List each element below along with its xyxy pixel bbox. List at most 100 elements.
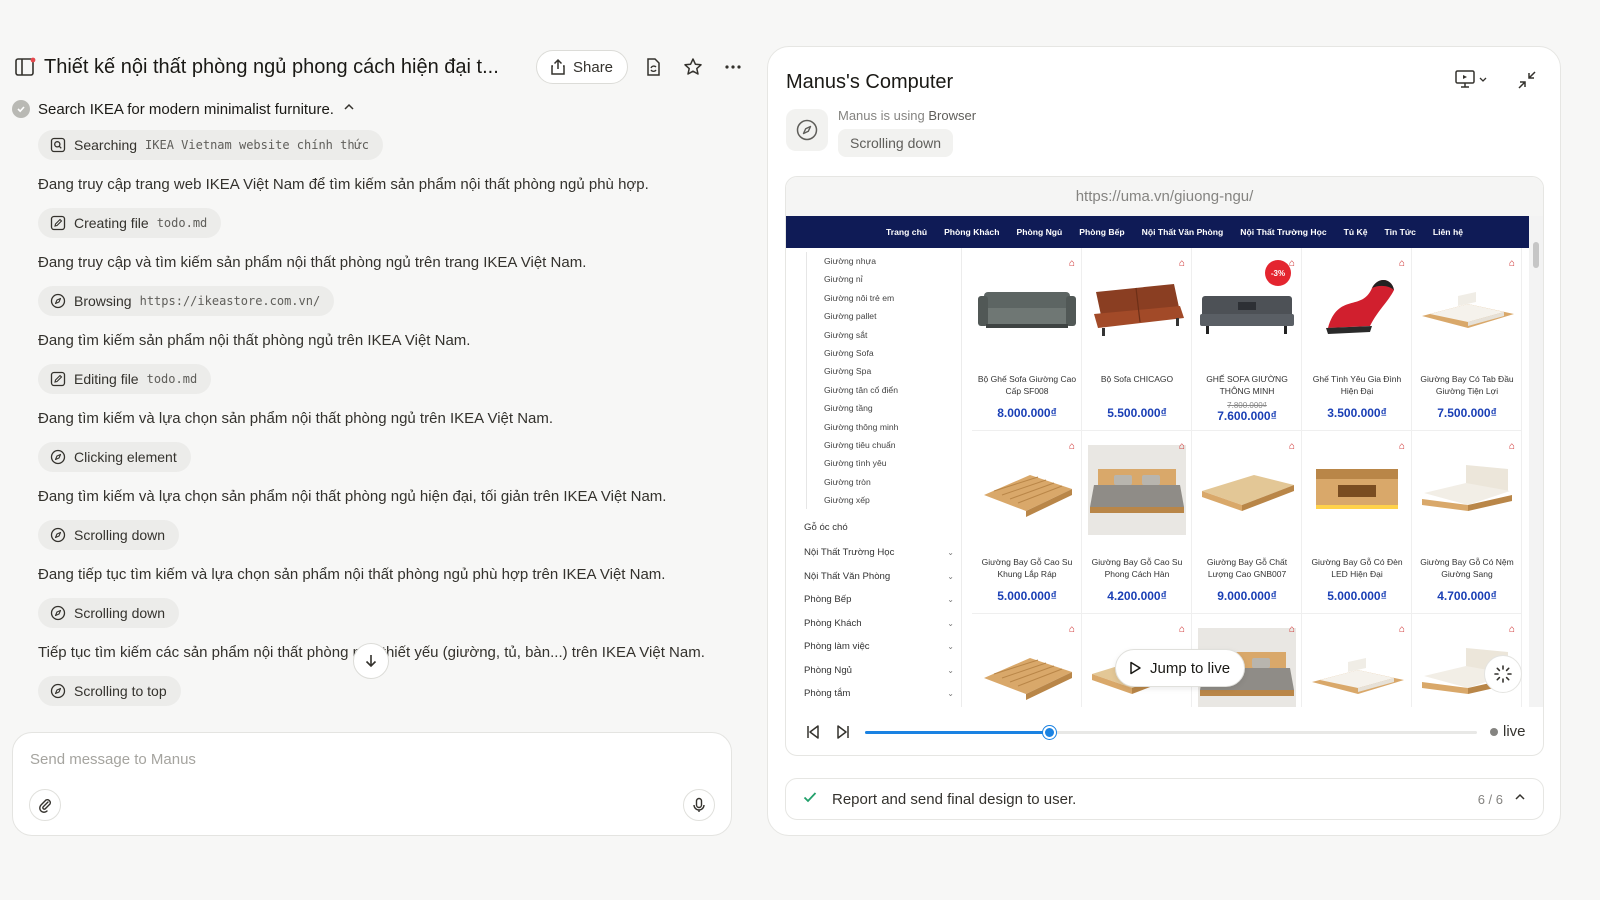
- site-nav-item[interactable]: Liên hệ: [1433, 227, 1463, 237]
- display-mode-button[interactable]: [1454, 69, 1488, 89]
- scroll-to-bottom-button[interactable]: [353, 643, 389, 679]
- wishlist-icon[interactable]: ⌂: [1179, 624, 1185, 635]
- site-nav-item[interactable]: Tủ Kệ: [1344, 227, 1368, 237]
- chevron-down-icon[interactable]: ⌄: [947, 572, 954, 581]
- wishlist-icon[interactable]: ⌂: [1289, 624, 1295, 635]
- more-icon[interactable]: [718, 52, 748, 82]
- category-item[interactable]: Phòng làm việc ⌄: [804, 635, 954, 659]
- product-name[interactable]: Bộ Ghế Sofa Giường Cao Cấp SF008: [974, 374, 1080, 397]
- product-image[interactable]: [1308, 262, 1406, 352]
- site-nav-item[interactable]: Tin Tức: [1385, 227, 1416, 237]
- product-card[interactable]: ⌂ Bộ Ghế Sofa Giường Cao Cấp SF008 8.000.0…: [972, 248, 1082, 431]
- attach-button[interactable]: [29, 789, 61, 821]
- skip-forward-icon[interactable]: [828, 717, 858, 747]
- site-nav-item[interactable]: Nội Thất Trường Học: [1240, 227, 1326, 237]
- product-image[interactable]: [1198, 445, 1296, 535]
- timeline-handle[interactable]: [1042, 726, 1056, 739]
- subcategory-item[interactable]: Giường sắt: [807, 326, 962, 344]
- category-item[interactable]: Phòng Bếp ⌄: [804, 588, 954, 612]
- scrollbar-thumb[interactable]: [1533, 242, 1539, 268]
- product-image[interactable]: [978, 445, 1076, 535]
- voice-input-button[interactable]: [683, 789, 715, 821]
- subcategory-item[interactable]: Giường xếp: [807, 491, 962, 509]
- product-image[interactable]: [1308, 445, 1406, 535]
- subcategory-item[interactable]: Giường tình yêu: [807, 454, 962, 472]
- subcategory-item[interactable]: Giường nôi trẻ em: [807, 289, 962, 307]
- subcategory-item[interactable]: Giường nhựa: [807, 252, 962, 270]
- subcategory-item[interactable]: Giường tầng: [807, 399, 962, 417]
- tool-call-chip[interactable]: Scrolling to top: [38, 676, 181, 706]
- subcategory-item[interactable]: Giường tròn: [807, 473, 962, 491]
- subcategory-item[interactable]: Giường tân cổ điển: [807, 381, 962, 399]
- product-image[interactable]: [1088, 262, 1186, 352]
- chevron-down-icon[interactable]: ⌄: [947, 595, 954, 604]
- site-nav-item[interactable]: Phòng Khách: [944, 227, 999, 237]
- product-card[interactable]: ⌂ Giường Bay Có Tab Đầu Giường Tiện Lợi 7.…: [1412, 248, 1522, 431]
- page-scrollbar[interactable]: [1529, 216, 1543, 707]
- subcategory-item[interactable]: Giường nỉ: [807, 270, 962, 288]
- chevron-down-icon[interactable]: ⌄: [947, 619, 954, 628]
- product-name[interactable]: Giường Bay Gỗ Chất Lượng Cao GNB007: [1194, 557, 1300, 580]
- wishlist-icon[interactable]: ⌂: [1069, 441, 1075, 452]
- product-card[interactable]: ⌂ Giường Bay Gỗ Cao Su Phong Cách Hàn 4.20…: [1082, 431, 1192, 614]
- product-image[interactable]: [978, 628, 1076, 707]
- category-item[interactable]: Nội Thất Trường Học ⌄: [804, 541, 954, 565]
- wishlist-icon[interactable]: ⌂: [1399, 258, 1405, 269]
- wishlist-icon[interactable]: ⌂: [1179, 441, 1185, 452]
- star-icon[interactable]: [678, 52, 708, 82]
- skip-back-icon[interactable]: [798, 717, 828, 747]
- category-item[interactable]: Phòng Khách ⌄: [804, 612, 954, 636]
- product-name[interactable]: Giường Bay Gỗ Cao Su Khung Lắp Ráp: [974, 557, 1080, 580]
- chevron-down-icon[interactable]: ⌄: [947, 642, 954, 651]
- product-name[interactable]: Giường Bay Gỗ Có Đèn LED Hiện Đại: [1304, 557, 1410, 580]
- site-nav-item[interactable]: Trang chủ: [886, 227, 927, 237]
- site-nav-item[interactable]: Phòng Ngủ: [1016, 227, 1062, 237]
- task-step-header[interactable]: Search IKEA for modern minimalist furnit…: [12, 100, 356, 118]
- jump-to-live-button[interactable]: Jump to live: [1115, 649, 1246, 687]
- product-name[interactable]: Bộ Sofa CHICAGO: [1084, 374, 1190, 386]
- category-item[interactable]: Phòng tắm ⌄: [804, 682, 954, 706]
- category-item[interactable]: Phòng Ngủ ⌄: [804, 659, 954, 683]
- tool-call-chip[interactable]: Scrolling down: [38, 598, 180, 628]
- chevron-down-icon[interactable]: ⌄: [947, 689, 954, 698]
- product-name[interactable]: GHẾ SOFA GIƯỜNG THÔNG MINH: [1194, 374, 1300, 397]
- tool-call-chip[interactable]: Searching IKEA Vietnam website chính thức: [38, 130, 384, 160]
- tool-call-chip[interactable]: Editing file todo.md: [38, 364, 212, 394]
- product-image[interactable]: [1308, 628, 1406, 707]
- product-name[interactable]: Giường Bay Có Tab Đầu Giường Tiện Lợi: [1414, 374, 1520, 397]
- product-image[interactable]: [1418, 445, 1516, 535]
- wishlist-icon[interactable]: ⌂: [1069, 624, 1075, 635]
- product-card[interactable]: ⌂ Giường Bay Gỗ Chất Lượng Cao GNB007 9.00…: [1192, 431, 1302, 614]
- message-input[interactable]: Send message to Manus: [30, 751, 196, 768]
- tool-call-chip[interactable]: Scrolling down: [38, 520, 180, 550]
- current-task-bar[interactable]: Report and send final design to user. 6 …: [785, 778, 1544, 820]
- product-card[interactable]: ⌂ Giường Bay Gỗ Có Nệm Giường Sang 4.700.0…: [1412, 431, 1522, 614]
- minimize-icon[interactable]: [1516, 69, 1538, 96]
- subcategory-item[interactable]: Giường pallet: [807, 307, 962, 325]
- subcategory-item[interactable]: Giường thông minh: [807, 418, 962, 436]
- chevron-down-icon[interactable]: ⌄: [947, 666, 954, 675]
- chevron-up-icon[interactable]: [1513, 790, 1527, 809]
- product-image[interactable]: [978, 262, 1076, 352]
- live-indicator[interactable]: live: [1490, 723, 1526, 740]
- wishlist-icon[interactable]: ⌂: [1289, 441, 1295, 452]
- product-name[interactable]: Giường Bay Gỗ Có Nệm Giường Sang: [1414, 557, 1520, 580]
- product-card[interactable]: ⌂: [972, 614, 1082, 707]
- wishlist-icon[interactable]: ⌂: [1399, 441, 1405, 452]
- wishlist-icon[interactable]: ⌂: [1069, 258, 1075, 269]
- product-card[interactable]: ⌂ Giường Bay Gỗ Cao Su Khung Lắp Ráp 5.000…: [972, 431, 1082, 614]
- product-name[interactable]: Ghế Tình Yêu Gia Đình Hiện Đại: [1304, 374, 1410, 397]
- product-card[interactable]: ⌂ -3% GHẾ SOFA GIƯỜNG THÔNG MINH 7.800.000₫…: [1192, 248, 1302, 431]
- wishlist-icon[interactable]: ⌂: [1509, 624, 1515, 635]
- share-button[interactable]: Share: [536, 50, 629, 84]
- product-card[interactable]: ⌂ Giường Bay Gỗ Có Đèn LED Hiện Đại 5.000.…: [1302, 431, 1412, 614]
- file-sync-icon[interactable]: [638, 52, 668, 82]
- site-nav-item[interactable]: Nội Thất Văn Phòng: [1142, 227, 1224, 237]
- product-card[interactable]: ⌂: [1302, 614, 1412, 707]
- category-item[interactable]: Gỗ óc chó: [804, 516, 954, 539]
- product-card[interactable]: ⌂ Ghế Tình Yêu Gia Đình Hiện Đại 3.500.000…: [1302, 248, 1412, 431]
- timeline-slider[interactable]: [865, 726, 1477, 739]
- wishlist-icon[interactable]: ⌂: [1509, 258, 1515, 269]
- tool-call-chip[interactable]: Clicking element: [38, 442, 191, 472]
- wishlist-icon[interactable]: ⌂: [1509, 441, 1515, 452]
